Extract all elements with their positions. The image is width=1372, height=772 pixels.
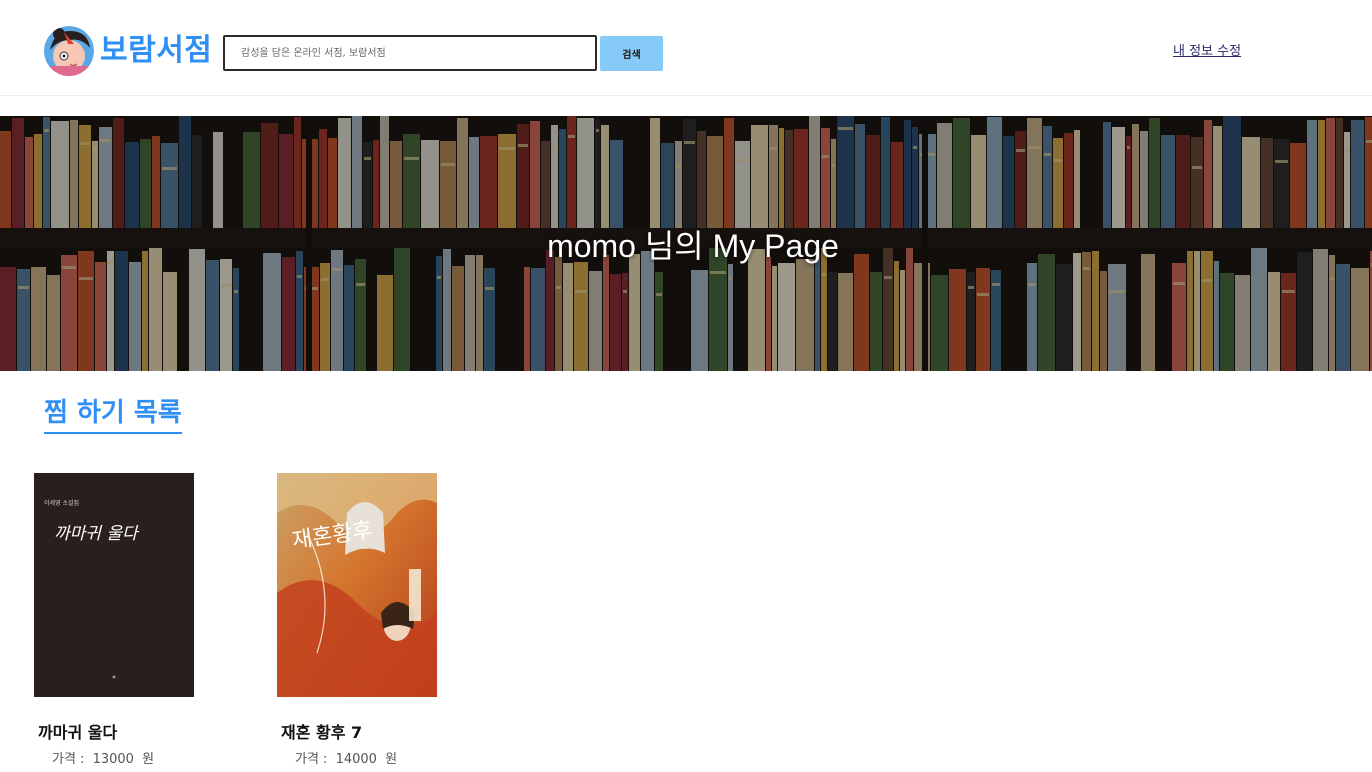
book-title[interactable]: 재혼 황후 7	[281, 719, 477, 743]
price-value: 13000	[92, 752, 134, 767]
price-value: 14000	[335, 752, 377, 767]
price-label: 가격 :	[52, 752, 85, 767]
price-label: 가격 :	[295, 752, 328, 767]
price-unit: 원	[385, 752, 398, 767]
edit-profile-link[interactable]: 내 정보 수정	[1173, 40, 1241, 59]
cover-author: 이세영 소설집	[44, 499, 79, 507]
site-header: 보람서점 검색 내 정보 수정	[0, 0, 1372, 96]
price-unit: 원	[142, 752, 155, 767]
book-price: 가격 : 13000 원	[52, 748, 234, 767]
page-title: momo 님의 My Page	[547, 227, 839, 264]
book-price: 가격 : 14000 원	[295, 748, 477, 767]
logo-text: 보람서점	[100, 33, 213, 68]
search-button[interactable]: 검색	[600, 36, 663, 71]
logo-link[interactable]: 보람서점	[44, 26, 212, 76]
hero-banner: momo 님의 My Page	[0, 116, 1372, 371]
book-card[interactable]: 이세영 소설집 까마귀 울다 까마귀 울다 가격 : 13000 원	[34, 473, 234, 767]
logo-avatar-icon	[44, 26, 94, 76]
book-title[interactable]: 까마귀 울다	[38, 719, 234, 743]
wishlist-heading: 찜 하기 목록	[44, 396, 182, 434]
book-card[interactable]: 재혼황후 재혼 황후 7 가격 : 14000 원	[277, 473, 477, 767]
book-cover-image[interactable]: 이세영 소설집 까마귀 울다	[34, 473, 194, 697]
search-input[interactable]	[223, 35, 597, 71]
book-cover-image[interactable]: 재혼황후	[277, 473, 437, 697]
cover-title: 까마귀 울다	[54, 524, 140, 544]
